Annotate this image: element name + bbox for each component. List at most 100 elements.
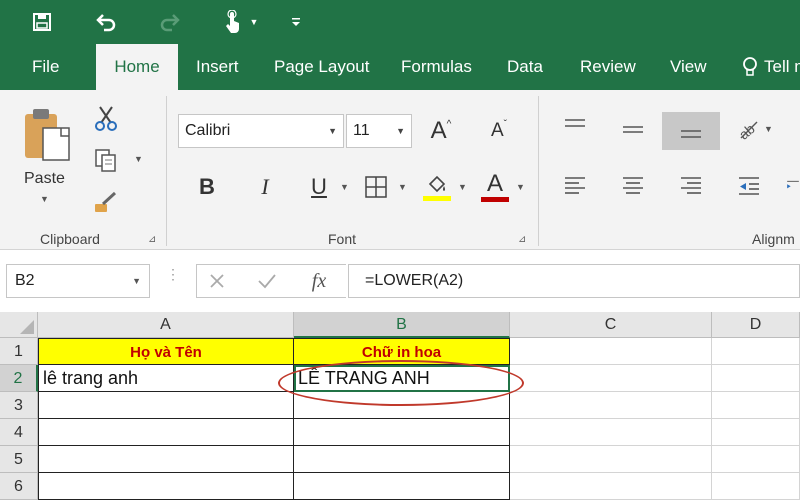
formula-bar-grip-icon[interactable]: ⋮ xyxy=(166,267,180,292)
clipboard-group-label: Clipboard xyxy=(40,231,100,247)
tab-insert[interactable]: Insert xyxy=(196,44,239,90)
paste-label[interactable]: Paste xyxy=(24,170,65,188)
row-header[interactable]: 5 xyxy=(0,446,38,473)
fill-color-dropdown[interactable]: ▼ xyxy=(458,182,467,192)
cell-b2[interactable]: LÊ TRANG ANH xyxy=(294,365,510,392)
cell-a3[interactable] xyxy=(38,392,294,419)
orientation-button[interactable]: ab xyxy=(736,116,762,142)
row-header[interactable]: 6 xyxy=(0,473,38,500)
cell-a5[interactable] xyxy=(38,446,294,473)
tab-formulas[interactable]: Formulas xyxy=(401,44,472,90)
column-header[interactable]: B xyxy=(294,312,510,338)
row-header[interactable]: 3 xyxy=(0,392,38,419)
redo-icon[interactable] xyxy=(156,8,184,36)
decrease-indent-button[interactable] xyxy=(734,172,764,200)
tab-file[interactable]: File xyxy=(32,44,59,90)
decrease-font-size-button[interactable]: Aˇ xyxy=(482,114,516,148)
align-bottom-icon xyxy=(681,130,701,138)
font-color-button[interactable]: A xyxy=(478,168,512,204)
font-color-swatch xyxy=(481,196,509,202)
copy-icon[interactable] xyxy=(92,146,120,174)
cell-b4[interactable] xyxy=(294,419,510,446)
tab-home[interactable]: Home xyxy=(96,44,178,90)
align-center-icon xyxy=(623,177,643,194)
font-color-dropdown[interactable]: ▼ xyxy=(516,182,525,192)
column-header[interactable]: D xyxy=(712,312,800,338)
cell-b5[interactable] xyxy=(294,446,510,473)
cell-a6[interactable] xyxy=(38,473,294,500)
cell-c1[interactable] xyxy=(510,338,712,365)
format-painter-icon[interactable] xyxy=(92,188,120,216)
cell-d5[interactable] xyxy=(712,446,800,473)
align-right-icon xyxy=(681,177,701,194)
save-icon[interactable] xyxy=(28,8,56,36)
align-top-button[interactable] xyxy=(560,112,590,138)
bold-button[interactable]: B xyxy=(192,170,222,204)
copy-dropdown[interactable]: ▼ xyxy=(134,154,143,164)
grow-font-label: A xyxy=(430,117,447,144)
select-all-corner[interactable] xyxy=(0,312,38,338)
cell-b3[interactable] xyxy=(294,392,510,419)
cell-c3[interactable] xyxy=(510,392,712,419)
increase-font-size-button[interactable]: A ^ xyxy=(424,114,458,148)
touch-mode-icon[interactable]: ▼ xyxy=(220,8,260,36)
increase-indent-button[interactable] xyxy=(786,172,800,200)
cell-c4[interactable] xyxy=(510,419,712,446)
paste-icon xyxy=(25,109,70,161)
font-size-select[interactable]: 11 ▼ xyxy=(346,114,412,148)
borders-button[interactable] xyxy=(362,172,390,202)
italic-button[interactable]: I xyxy=(250,170,280,204)
cell-a4[interactable] xyxy=(38,419,294,446)
paste-button[interactable] xyxy=(20,104,74,166)
underline-dropdown[interactable]: ▼ xyxy=(340,182,349,192)
cell-d6[interactable] xyxy=(712,473,800,500)
fill-color-button[interactable] xyxy=(420,170,454,204)
cut-icon[interactable] xyxy=(92,104,120,132)
cell-c6[interactable] xyxy=(510,473,712,500)
font-family-select[interactable]: Calibri ▼ xyxy=(178,114,344,148)
underline-button[interactable]: U xyxy=(304,170,334,204)
align-left-button[interactable] xyxy=(560,172,590,200)
cell-d2[interactable] xyxy=(712,365,800,392)
column-header[interactable]: A xyxy=(38,312,294,338)
cell-d3[interactable] xyxy=(712,392,800,419)
row-header[interactable]: 1 xyxy=(0,338,38,365)
tab-review[interactable]: Review xyxy=(580,44,636,90)
align-left-icon xyxy=(565,177,585,194)
align-middle-button[interactable] xyxy=(618,116,648,142)
align-bottom-button[interactable] xyxy=(662,112,720,150)
cell-a1[interactable]: Họ và Tên xyxy=(38,338,294,365)
cell-a2[interactable]: lê trang anh xyxy=(38,365,294,392)
row-header[interactable]: 4 xyxy=(0,419,38,446)
formula-input[interactable]: =LOWER(A2) xyxy=(348,264,800,298)
name-box[interactable]: B2 ▼ xyxy=(6,264,150,298)
enter-icon[interactable] xyxy=(254,268,280,294)
tell-me-search[interactable]: Tell m xyxy=(742,44,800,90)
tab-view[interactable]: View xyxy=(670,44,707,90)
clipboard-launcher-icon[interactable]: ⊿ xyxy=(148,234,156,245)
tab-data[interactable]: Data xyxy=(507,44,543,90)
group-divider xyxy=(538,96,539,246)
cell-b1[interactable]: Chữ in hoa xyxy=(294,338,510,365)
undo-icon[interactable] xyxy=(92,8,120,36)
align-top-icon xyxy=(565,119,585,127)
cell-d4[interactable] xyxy=(712,419,800,446)
align-right-button[interactable] xyxy=(676,172,706,200)
cell-c5[interactable] xyxy=(510,446,712,473)
font-size-value: 11 xyxy=(353,122,370,139)
paste-dropdown[interactable]: ▼ xyxy=(40,194,49,204)
align-center-button[interactable] xyxy=(618,172,648,200)
align-middle-icon xyxy=(623,126,643,133)
font-launcher-icon[interactable]: ⊿ xyxy=(518,234,526,245)
cell-d1[interactable] xyxy=(712,338,800,365)
cell-b6[interactable] xyxy=(294,473,510,500)
cell-c2[interactable] xyxy=(510,365,712,392)
insert-function-button[interactable]: fx xyxy=(304,266,334,296)
customize-icon[interactable] xyxy=(288,8,304,36)
tab-page-layout[interactable]: Page Layout xyxy=(274,44,369,90)
column-header[interactable]: C xyxy=(510,312,712,338)
borders-dropdown[interactable]: ▼ xyxy=(398,182,407,192)
row-header[interactable]: 2 xyxy=(0,365,38,392)
cancel-icon[interactable] xyxy=(204,268,230,294)
orientation-dropdown[interactable]: ▼ xyxy=(764,124,773,134)
